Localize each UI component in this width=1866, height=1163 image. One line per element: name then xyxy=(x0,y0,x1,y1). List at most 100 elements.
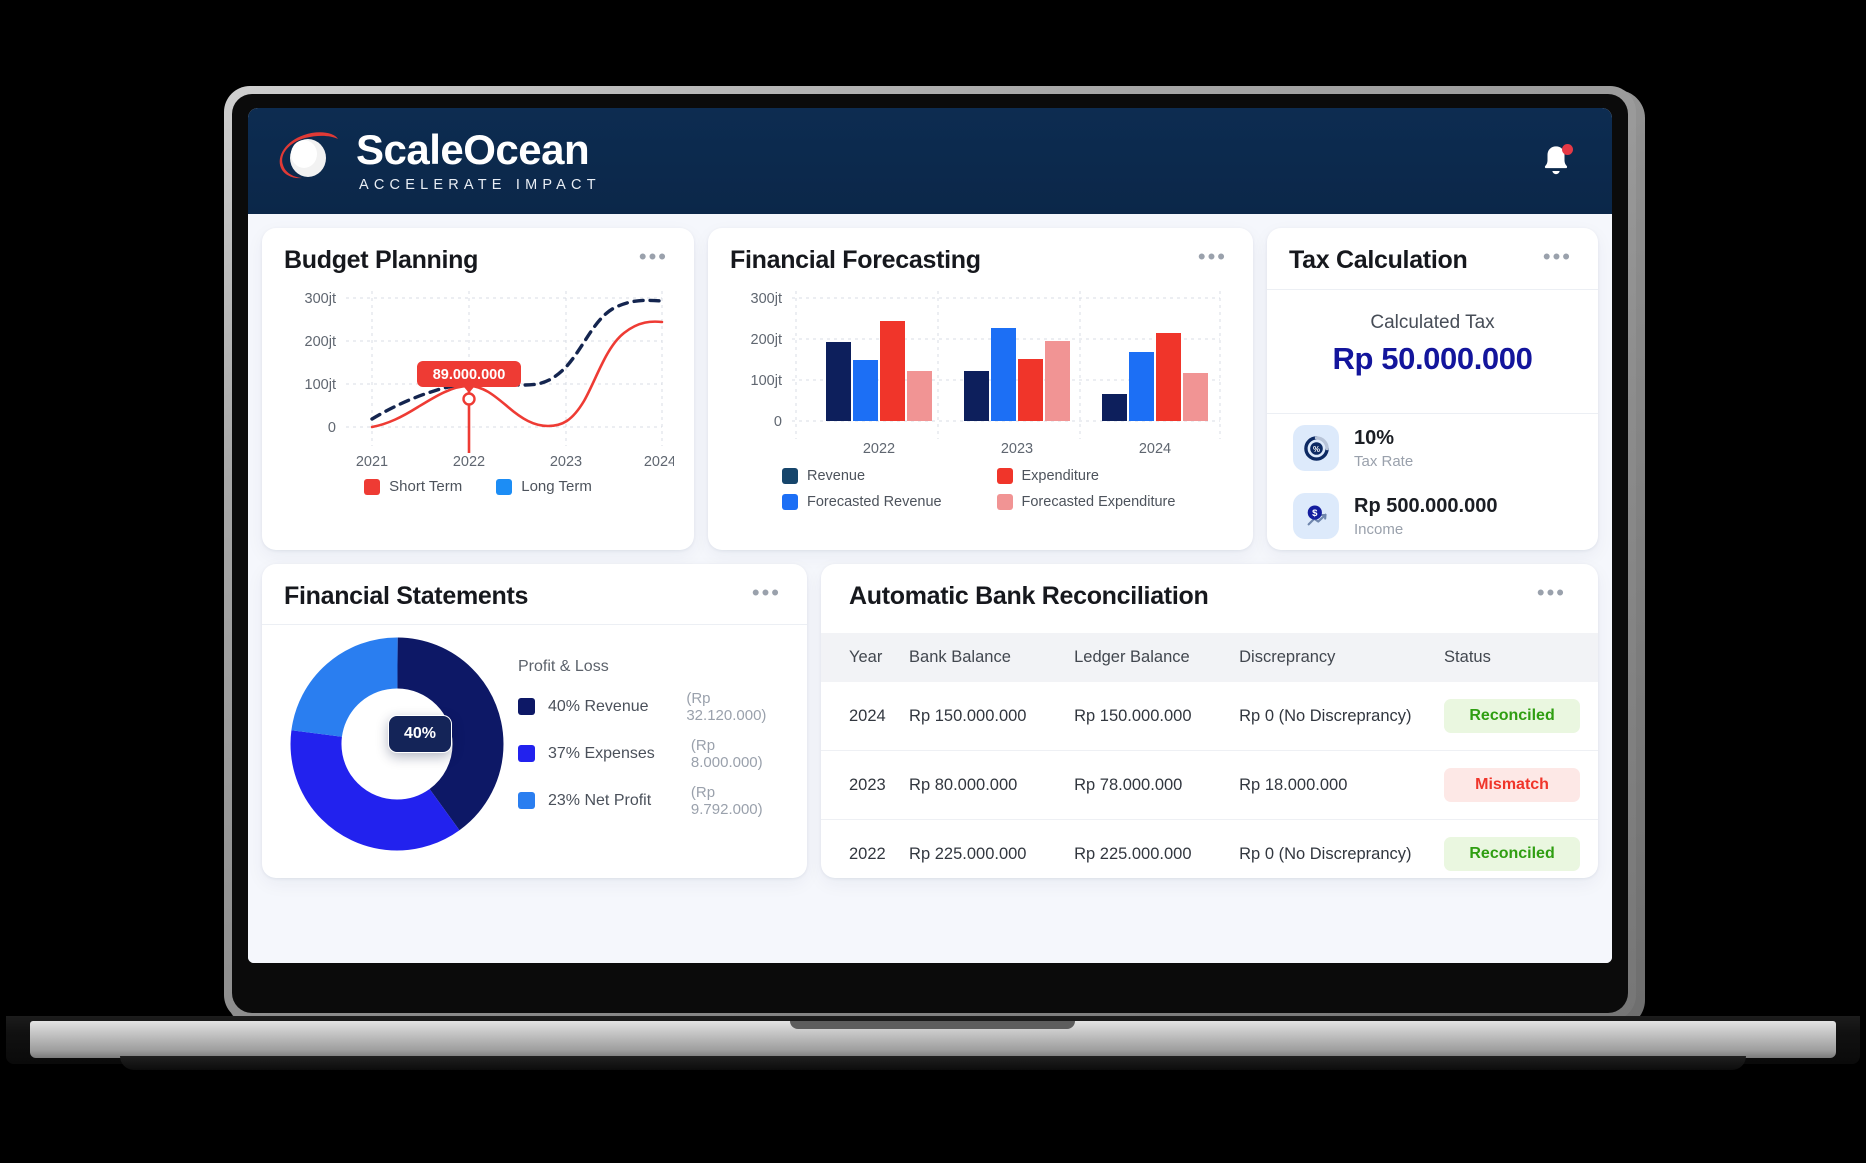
forecast-legend-expenditure[interactable]: Expenditure xyxy=(996,468,1202,484)
legend-swatch-icon xyxy=(782,468,798,484)
bar-forecasted-expenditure-2022[interactable] xyxy=(907,371,932,421)
brand[interactable]: ScaleOcean ACCELERATE IMPACT xyxy=(272,129,601,193)
bar-revenue-2024[interactable] xyxy=(1102,394,1127,421)
dashboard-row-2: Financial Statements ••• 40% Profit & Lo… xyxy=(262,564,1598,878)
laptop-mockup: ScaleOcean ACCELERATE IMPACT Budget Plan… xyxy=(0,0,1866,1163)
legend-swatch-icon xyxy=(996,494,1013,510)
budget-annotation-tooltip: 89.000.000 xyxy=(417,361,521,393)
bar-forecasted-expenditure-2023[interactable] xyxy=(1045,341,1070,421)
tax-menu-button[interactable]: ••• xyxy=(1539,246,1576,268)
tax-hero-label: Calculated Tax xyxy=(1370,312,1495,333)
cell-year: 2024 xyxy=(821,682,910,751)
card-tax-calculation: Tax Calculation ••• Calculated Tax Rp 50… xyxy=(1267,228,1598,550)
cell-status: Mismatch xyxy=(1444,750,1598,820)
cell-status: Reconciled xyxy=(1444,682,1598,751)
statements-card-header: Financial Statements ••• xyxy=(284,582,785,611)
forecast-xtick-2023: 2023 xyxy=(1001,441,1033,457)
laptop-base-foot xyxy=(120,1056,1746,1070)
tax-stat-income: $ Rp 500.000.000 Income xyxy=(1289,482,1576,550)
forecast-xtick-2022: 2022 xyxy=(863,441,895,457)
table-row[interactable]: 2024 Rp 150.000.000 Rp 150.000.000 Rp 0 … xyxy=(821,682,1598,751)
bar-revenue-2022[interactable] xyxy=(826,342,851,421)
budget-annotation-label: 89.000.000 xyxy=(433,367,506,383)
forecast-ytick-0: 0 xyxy=(774,414,782,430)
cell-year: 2023 xyxy=(821,750,910,820)
budget-legend-label-1: Long Term xyxy=(521,478,592,495)
income-label: Income xyxy=(1354,520,1404,538)
forecast-bar-group-2024 xyxy=(1102,333,1208,421)
statements-body: 40% Profit & Loss 40% Revenue (Rp 32.120… xyxy=(284,625,785,851)
budget-legend-short-term[interactable]: Short Term xyxy=(364,478,462,495)
forecast-legend-forecasted-expenditure[interactable]: Forecasted Expenditure xyxy=(996,494,1202,510)
notification-button[interactable] xyxy=(1536,141,1576,181)
budget-title: Budget Planning xyxy=(284,246,479,274)
table-row[interactable]: 2023 Rp 80.000.000 Rp 78.000.000 Rp 18.0… xyxy=(821,750,1598,820)
cell-ledger: Rp 78.000.000 xyxy=(1074,750,1240,820)
tax-rate-value: 10% xyxy=(1354,426,1395,449)
cell-ledger: Rp 150.000.000 xyxy=(1074,682,1240,751)
cell-status: Reconciled xyxy=(1444,820,1598,879)
budget-xtick-2022: 2022 xyxy=(453,454,485,470)
statements-menu-button[interactable]: ••• xyxy=(748,582,785,604)
pl-label-2: 23% Net Profit xyxy=(548,791,652,809)
reconciliation-menu-button[interactable]: ••• xyxy=(1533,582,1570,604)
percent-circle-icon: % xyxy=(1293,425,1339,471)
cell-bank: Rp 80.000.000 xyxy=(909,750,1075,820)
legend-swatch-icon xyxy=(518,745,535,762)
cell-disc: Rp 0 (No Discreprancy) xyxy=(1239,844,1412,863)
scaleocean-swoosh-logo xyxy=(279,132,338,179)
pl-label-0: 40% Revenue xyxy=(548,697,649,715)
tax-card-header: Tax Calculation ••• xyxy=(1289,246,1576,275)
bar-expenditure-2024[interactable] xyxy=(1156,333,1181,421)
forecast-legend-label-2: Expenditure xyxy=(1021,468,1099,484)
laptop-base-notch xyxy=(790,1021,1075,1029)
card-bank-reconciliation: Automatic Bank Reconciliation ••• Year B… xyxy=(821,564,1598,878)
forecast-legend-label-0: Revenue xyxy=(807,468,866,484)
forecast-ytick-300: 300jt xyxy=(751,291,782,307)
cell-bank: Rp 225.000.000 xyxy=(909,844,1027,863)
forecast-legend-revenue[interactable]: Revenue xyxy=(782,468,987,484)
col-year: Year xyxy=(821,633,910,682)
statements-title: Financial Statements xyxy=(284,582,529,610)
table-row[interactable]: 2022 Rp 225.000.000 Rp 225.000.000 Rp 0 … xyxy=(821,820,1598,879)
donut-center-badge: 40% xyxy=(388,715,453,753)
legend-swatch-icon xyxy=(518,698,535,715)
pl-item-revenue[interactable]: 40% Revenue (Rp 32.120.000) xyxy=(518,690,785,724)
col-status: Status xyxy=(1444,633,1598,682)
dashboard-row-1: Budget Planning ••• 300jt 200jt 100jt 0 xyxy=(262,228,1598,550)
reconciliation-table: Year Bank Balance Ledger Balance Discrep… xyxy=(821,633,1598,878)
bar-forecasted-revenue-2024[interactable] xyxy=(1129,352,1154,421)
profit-loss-donut-chart: 40% xyxy=(290,637,504,851)
table-header-row: Year Bank Balance Ledger Balance Discrep… xyxy=(821,633,1598,682)
bar-expenditure-2023[interactable] xyxy=(1018,359,1043,421)
forecast-legend-forecasted-revenue[interactable]: Forecasted Revenue xyxy=(782,494,987,510)
laptop-bezel: ScaleOcean ACCELERATE IMPACT Budget Plan… xyxy=(232,94,1628,1013)
col-ledger: Ledger Balance xyxy=(1074,633,1240,682)
bar-revenue-2023[interactable] xyxy=(964,371,989,421)
budget-ytick-100: 100jt xyxy=(305,377,336,393)
reconciliation-card-header: Automatic Bank Reconciliation ••• xyxy=(821,582,1598,611)
budget-menu-button[interactable]: ••• xyxy=(635,246,672,268)
pl-item-net-profit[interactable]: 23% Net Profit (Rp 9.792.000) xyxy=(518,784,785,818)
status-badge: Reconciled xyxy=(1444,699,1581,733)
pl-item-expenses[interactable]: 37% Expenses (Rp 8.000.000) xyxy=(518,737,785,771)
budget-planning-chart: 300jt 200jt 100jt 0 89.000.000 2021 2022… xyxy=(305,291,676,470)
bar-forecasted-expenditure-2024[interactable] xyxy=(1183,373,1208,421)
budget-ytick-300: 300jt xyxy=(305,291,336,307)
forecast-legend: Revenue Expenditure Forecasted Revenue F… xyxy=(730,468,1231,510)
tax-hero-value: Rp 50.000.000 xyxy=(1332,341,1533,376)
pl-amount-1: (Rp 8.000.000) xyxy=(690,736,763,771)
app-header: ScaleOcean ACCELERATE IMPACT xyxy=(248,108,1612,214)
budget-xtick-2023: 2023 xyxy=(550,454,582,470)
bar-forecasted-revenue-2023[interactable] xyxy=(991,328,1016,421)
cell-disc: Rp 18.000.000 xyxy=(1239,750,1445,820)
budget-xtick-2021: 2021 xyxy=(356,454,388,470)
bar-expenditure-2022[interactable] xyxy=(880,321,905,421)
budget-legend-long-term[interactable]: Long Term xyxy=(496,478,592,495)
screen: ScaleOcean ACCELERATE IMPACT Budget Plan… xyxy=(248,108,1612,963)
budget-xtick-2024: 2024 xyxy=(644,454,674,470)
forecast-menu-button[interactable]: ••• xyxy=(1194,246,1231,268)
bar-forecasted-revenue-2022[interactable] xyxy=(853,360,878,421)
cell-year: 2022 xyxy=(849,844,886,863)
status-badge: Reconciled xyxy=(1444,837,1581,871)
